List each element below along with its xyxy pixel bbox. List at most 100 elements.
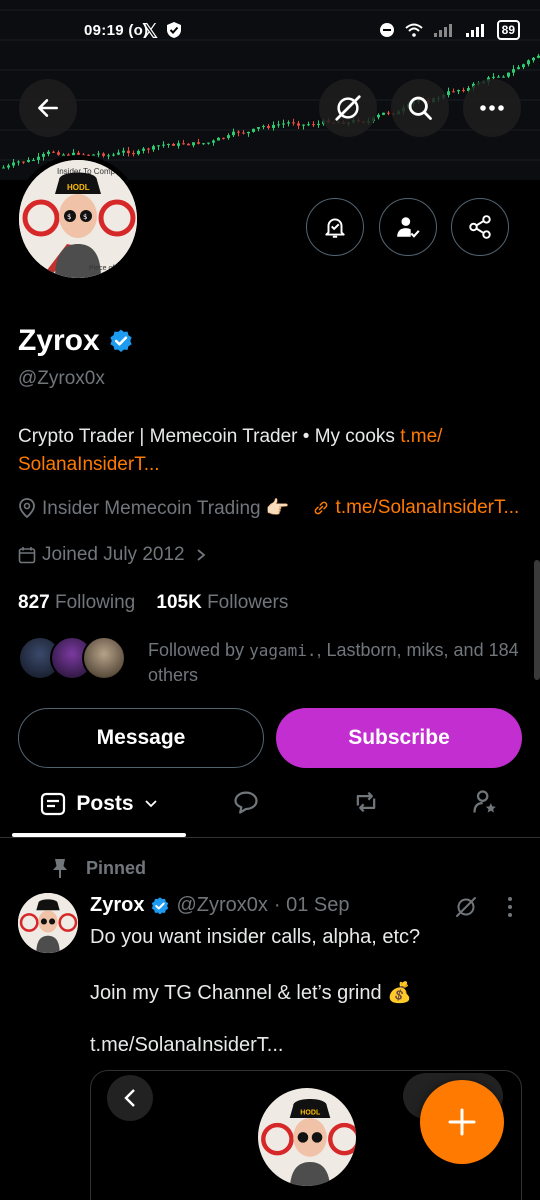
banner-candle [512,69,515,73]
arrow-left-icon [38,99,58,117]
profile-joined-date: Joined July 2012 [42,544,185,565]
banner-candle [502,76,505,78]
banner-candle [267,126,270,128]
person-check-icon [397,217,420,238]
profile-joined-row[interactable]: Joined July 2012 [18,544,207,566]
banner-candle [527,60,530,65]
banner-candle [187,143,190,146]
banner-candle [57,152,60,155]
banner-candle [137,150,140,155]
media-back-button[interactable] [107,1075,153,1121]
profile-location: Insider Memecoin Trading 👉🏻 [42,498,290,519]
scrollbar[interactable] [534,560,540,680]
bio-link-part2[interactable]: SolanaInsiderT... [18,454,160,475]
more-options-button[interactable] [463,79,521,137]
banner-candle [12,162,15,166]
banner-candle [127,150,130,154]
svg-text:$: $ [67,213,71,221]
post-author-avatar[interactable] [18,893,78,953]
media-avatar: HODL [255,1085,359,1189]
banner-candle [7,165,10,168]
post-author-name[interactable]: Zyrox [90,894,144,917]
banner-candle [382,112,385,115]
banner-candle [117,152,120,155]
avatar-illustration: Insider To Comp HODL $ $ Piece of Me [19,160,137,278]
back-button[interactable] [19,79,77,137]
banner-candle [302,124,305,126]
banner-candle [17,161,20,163]
banner-candle [292,122,295,124]
banner-candle [27,159,30,163]
banner-candle [297,123,300,126]
post-text-line1: Do you want insider calls, alpha, etc? [90,926,421,948]
share-button[interactable] [451,198,509,256]
tab-posts[interactable]: Posts [12,770,186,838]
plus-icon [448,1108,476,1136]
profile-display-name: Zyrox [18,324,100,357]
banner-candle [277,124,280,126]
bell-check-icon [325,218,345,238]
banner-candle [157,145,160,147]
subscribe-button[interactable]: Subscribe [276,708,522,768]
profile-avatar[interactable]: Insider To Comp HODL $ $ Piece of Me [14,155,142,283]
banner-candle [222,137,225,139]
message-button[interactable]: Message [18,708,264,768]
banner-candle [167,143,170,145]
banner-candle [192,142,195,146]
banner-candle [447,91,450,96]
banner-candle [177,143,180,146]
profile-website-link[interactable]: t.me/SolanaInsiderT... [336,497,520,519]
banner-candle [237,131,240,133]
active-tab-indicator [12,833,186,837]
banner-candle [227,135,230,139]
profile-tabs: Posts [0,770,540,838]
svg-text:$: $ [83,213,87,221]
search-button[interactable] [391,79,449,137]
profile-banner[interactable]: 09:19 (o) 𝕏 89 [0,0,540,180]
profile-handle: @Zyrox0x [18,368,105,389]
followed-by-text: Followed by yagami., Lastborn, miks, and… [148,640,519,685]
post-more-icon[interactable] [506,896,514,918]
banner-candle [262,126,265,128]
compose-post-button[interactable] [420,1080,504,1164]
following-button[interactable] [379,198,437,256]
following-stat[interactable]: 827 Following [18,592,135,613]
banner-candle [217,137,220,141]
post-link[interactable]: t.me/SolanaInsiderT... [90,1034,283,1057]
banner-candle [317,123,320,125]
banner-candle [497,76,500,78]
signal-icon-2 [465,24,484,37]
banner-candle [147,148,150,150]
banner-candle [377,114,380,118]
banner-candle [507,72,510,77]
profile-name-row: Zyrox [18,324,134,358]
profile-meta-row: Insider Memecoin Trading 👉🏻 t.me/SolanaI… [18,496,519,520]
bio-link-part1[interactable]: t.me/ [400,426,442,447]
banner-candle [2,167,5,169]
grok-icon[interactable] [454,895,478,919]
verified-badge-icon[interactable] [108,328,134,354]
chevron-right-icon [197,549,206,561]
grok-button[interactable] [319,79,377,137]
banner-candle [107,155,110,157]
post-avatar-illustration [18,893,78,953]
svg-text:Piece of Me: Piece of Me [89,265,126,272]
share-icon [469,215,491,239]
followed-by-row[interactable]: Followed by yagami., Lastborn, miks, and… [18,636,519,685]
status-bar: 09:19 (o) 𝕏 89 [0,18,540,46]
banner-candle [207,142,210,144]
banner-candle [307,124,310,126]
wifi-icon [404,23,423,37]
banner-candle [97,153,100,155]
banner-candle [162,144,165,146]
notifications-subscribe-button[interactable] [306,198,364,256]
banner-candle [197,142,200,144]
banner-candle [282,123,285,125]
banner-candle [202,143,205,145]
tab-highlights-icon[interactable] [471,788,499,816]
banner-candle [242,132,245,134]
tab-reposts-icon[interactable] [352,788,380,816]
banner-candle [37,156,40,160]
tab-replies-icon[interactable] [232,788,260,816]
followers-stat[interactable]: 105K Followers [156,592,288,613]
